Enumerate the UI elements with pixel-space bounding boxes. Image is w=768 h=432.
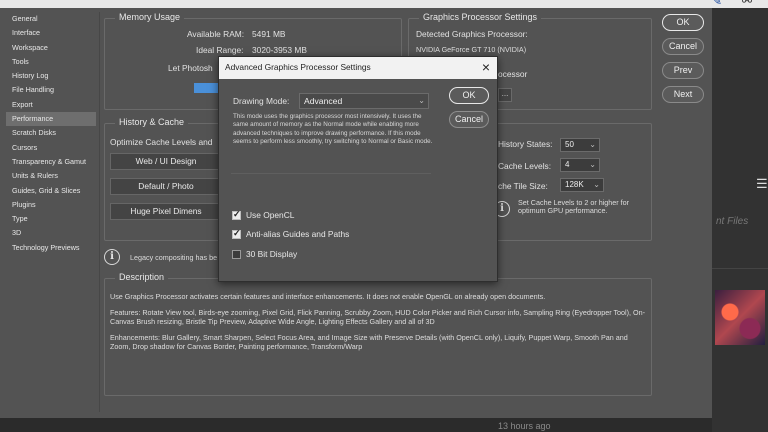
dialog-divider bbox=[231, 173, 431, 174]
recent-file-thumbnail[interactable] bbox=[715, 290, 765, 345]
chevron-down-icon: ⌄ bbox=[589, 160, 596, 169]
preferences-sidebar: General Interface Workspace Tools Histor… bbox=[6, 12, 96, 262]
info-icon: i bbox=[104, 249, 120, 265]
history-states-value: 50 bbox=[565, 140, 574, 149]
huge-pixel-dimensions-button[interactable]: Huge Pixel Dimens bbox=[110, 203, 222, 220]
sidebar-item-type[interactable]: Type bbox=[6, 212, 96, 226]
history-states-field[interactable]: 50 ⌄ bbox=[560, 138, 600, 152]
background-panel: ☰ nt Files bbox=[712, 8, 768, 432]
description-paragraph-1: Use Graphics Processor activates certain… bbox=[110, 292, 546, 301]
chevron-down-icon: ⌄ bbox=[418, 96, 425, 105]
cache-tile-size-label: che Tile Size: bbox=[498, 181, 548, 191]
detected-gpu-value: NVIDIA GeForce GT 710 (NVIDIA) bbox=[416, 45, 527, 54]
anti-alias-label: Anti-alias Guides and Paths bbox=[246, 229, 350, 239]
30-bit-display-label: 30 Bit Display bbox=[246, 249, 298, 259]
optimize-cache-label: Optimize Cache Levels and bbox=[110, 137, 213, 147]
drawing-mode-value: Advanced bbox=[304, 96, 343, 106]
sidebar-item-history-log[interactable]: History Log bbox=[6, 69, 96, 83]
drawing-mode-label: Drawing Mode: bbox=[233, 96, 290, 106]
sidebar-item-plugins[interactable]: Plugins bbox=[6, 198, 96, 212]
ok-button[interactable]: OK bbox=[662, 14, 704, 31]
brush-icon: ✎ bbox=[712, 0, 723, 8]
sidebar-item-cursors[interactable]: Cursors bbox=[6, 141, 96, 155]
anti-alias-checkbox[interactable]: ✓ bbox=[232, 228, 241, 239]
cache-levels-value: 4 bbox=[565, 160, 570, 169]
sidebar-item-interface[interactable]: Interface bbox=[6, 26, 96, 40]
web-ui-design-button[interactable]: Web / UI Design bbox=[110, 153, 222, 170]
dialog-titlebar: Advanced Graphics Processor Settings × bbox=[219, 57, 497, 79]
timestamp: 13 hours ago bbox=[498, 421, 551, 431]
sidebar-item-3d[interactable]: 3D bbox=[6, 226, 96, 240]
use-opencl-label: Use OpenCL bbox=[246, 210, 295, 220]
sidebar-item-workspace[interactable]: Workspace bbox=[6, 41, 96, 55]
30-bit-display-checkbox[interactable] bbox=[232, 250, 241, 259]
prev-button[interactable]: Prev bbox=[662, 62, 704, 79]
dialog-cancel-button[interactable]: Cancel bbox=[449, 111, 489, 128]
use-graphics-processor-label: ocessor bbox=[498, 69, 528, 79]
dialog-title: Advanced Graphics Processor Settings bbox=[225, 62, 371, 72]
sidebar-item-export[interactable]: Export bbox=[6, 98, 96, 112]
chevron-down-icon: ⌄ bbox=[589, 140, 596, 149]
ideal-range-label: Ideal Range: bbox=[196, 45, 244, 55]
available-ram-value: 5491 MB bbox=[252, 29, 286, 39]
next-button[interactable]: Next bbox=[662, 86, 704, 103]
history-cache-title: History & Cache bbox=[115, 117, 189, 127]
sidebar-item-tools[interactable]: Tools bbox=[6, 55, 96, 69]
sidebar-item-scratch-disks[interactable]: Scratch Disks bbox=[6, 126, 96, 140]
sidebar-item-transparency-gamut[interactable]: Transparency & Gamut bbox=[6, 155, 96, 169]
description-paragraph-3: Enhancements: Blur Gallery, Smart Sharpe… bbox=[110, 333, 628, 352]
gpu-settings-title: Graphics Processor Settings bbox=[419, 12, 542, 22]
drawing-mode-select[interactable]: Advanced ⌄ bbox=[299, 93, 429, 109]
memory-usage-title: Memory Usage bbox=[115, 12, 185, 22]
cache-levels-field[interactable]: 4 ⌄ bbox=[560, 158, 600, 172]
advanced-gpu-settings-dialog: Advanced Graphics Processor Settings × D… bbox=[218, 56, 498, 282]
legacy-compositing-note: Legacy compositing has be bbox=[130, 253, 218, 262]
gpu-cache-note: Set Cache Levels to 2 or higher for opti… bbox=[518, 198, 630, 215]
cache-levels-label: Cache Levels: bbox=[498, 161, 552, 171]
ideal-range-value: 3020-3953 MB bbox=[252, 45, 307, 55]
sidebar-item-general[interactable]: General bbox=[6, 12, 96, 26]
sidebar-divider bbox=[99, 12, 100, 412]
history-states-label: History States: bbox=[498, 139, 553, 149]
sidebar-item-performance[interactable]: Performance bbox=[6, 112, 96, 127]
available-ram-label: Available RAM: bbox=[187, 29, 245, 39]
sidebar-item-guides-grid-slices[interactable]: Guides, Grid & Slices bbox=[6, 184, 96, 198]
dialog-ok-button[interactable]: OK bbox=[449, 87, 489, 104]
recent-files-label: nt Files bbox=[716, 216, 749, 227]
sidebar-item-technology-previews[interactable]: Technology Previews bbox=[6, 241, 96, 255]
close-icon[interactable]: × bbox=[482, 59, 490, 75]
chevron-down-icon: ⌄ bbox=[593, 180, 600, 189]
binoculars-icon: ⚯ bbox=[742, 0, 753, 8]
menu-icon[interactable]: ☰ bbox=[756, 176, 768, 192]
detected-gpu-label: Detected Graphics Processor: bbox=[416, 29, 528, 39]
sidebar-item-file-handling[interactable]: File Handling bbox=[6, 83, 96, 97]
cache-tile-size-value: 128K bbox=[565, 180, 584, 189]
description-title: Description bbox=[115, 272, 169, 282]
use-opencl-checkbox[interactable]: ✓ bbox=[232, 209, 241, 220]
background-toolbar: ✎ ⚯ bbox=[0, 0, 768, 8]
let-photoshop-use-label: Let Photosh bbox=[168, 63, 213, 73]
drawing-mode-description: This mode uses the graphics processor mo… bbox=[233, 113, 433, 145]
description-paragraph-2: Features: Rotate View tool, Birds-eye zo… bbox=[110, 308, 646, 327]
cache-tile-size-field[interactable]: 128K ⌄ bbox=[560, 178, 604, 192]
memory-slider-fill[interactable] bbox=[194, 83, 218, 93]
sidebar-item-units-rulers[interactable]: Units & Rulers bbox=[6, 169, 96, 183]
cancel-button[interactable]: Cancel bbox=[662, 38, 704, 55]
default-photo-button[interactable]: Default / Photo bbox=[110, 178, 222, 195]
advanced-settings-button[interactable]: ... bbox=[498, 88, 512, 102]
divider bbox=[712, 268, 768, 269]
